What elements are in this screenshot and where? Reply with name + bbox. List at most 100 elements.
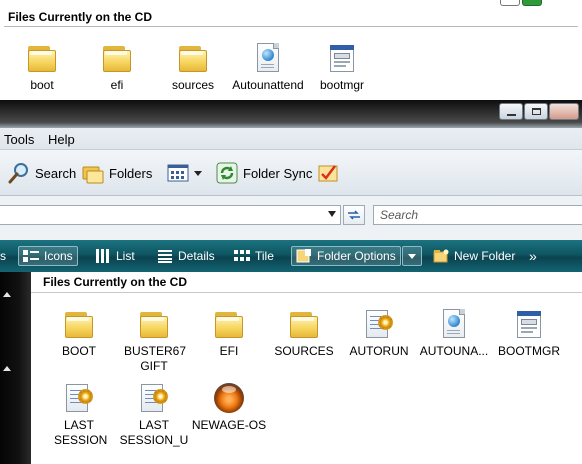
file-label: AUTOUNA...	[419, 344, 489, 358]
view-bar: s Icons List Details Tile Folder Options	[0, 240, 582, 272]
bg-file-item-efi[interactable]: efi	[77, 42, 157, 93]
file-label: EFI	[219, 344, 239, 358]
view-icons-button[interactable]: Icons	[18, 246, 78, 266]
file-item-buster67-gift[interactable]: BUSTER67 GIFT	[114, 308, 194, 374]
file-item-bootmgr[interactable]: BOOTMGR	[489, 308, 569, 359]
setup-information-icon	[138, 382, 170, 414]
file-item-boot[interactable]: BOOT	[39, 308, 119, 359]
navigation-pane-edge	[0, 272, 31, 464]
bg-file-item-boot[interactable]: boot	[2, 42, 82, 93]
menu-help[interactable]: Help	[48, 132, 75, 147]
file-label: boot	[30, 78, 54, 92]
setup-information-icon	[363, 308, 395, 340]
file-label: sources	[171, 78, 215, 92]
folder-sync-button[interactable]: Folder Sync	[216, 161, 312, 185]
details-label: Details	[178, 249, 215, 263]
search-input[interactable]: Search	[373, 205, 582, 225]
folder-options-button[interactable]: Folder Options	[291, 246, 401, 266]
maximize-icon	[531, 108, 541, 115]
folder-icon	[213, 308, 245, 340]
folder-icon	[26, 42, 58, 74]
file-item-efi[interactable]: EFI	[189, 308, 269, 359]
tile-view-icon	[234, 249, 250, 263]
file-item-autounattend[interactable]: AUTOUNA...	[414, 308, 494, 359]
folder-options-dropdown[interactable]	[402, 246, 422, 266]
view-tile-button[interactable]: Tile	[234, 246, 274, 266]
view-list-button[interactable]: List	[95, 246, 135, 266]
scroll-up-arrow-icon[interactable]	[3, 292, 11, 297]
checklist-button[interactable]	[317, 161, 339, 185]
close-button[interactable]	[549, 103, 579, 120]
folders-button-label: Folders	[109, 165, 153, 181]
file-label: LAST SESSION	[54, 418, 108, 447]
folder-icon	[288, 308, 320, 340]
view-bar-overflow-left[interactable]: s	[0, 246, 6, 266]
file-label: efi	[110, 78, 124, 92]
views-dropdown[interactable]	[167, 161, 202, 185]
bg-maximize-button[interactable]	[500, 0, 520, 6]
refresh-button[interactable]	[343, 205, 365, 225]
list-label: List	[116, 249, 135, 263]
folder-sync-label: Folder Sync	[243, 165, 313, 181]
search-button[interactable]: Search	[8, 161, 76, 185]
icons-label: Icons	[44, 249, 73, 263]
menu-tools[interactable]: Tools	[4, 132, 34, 147]
xml-document-icon	[252, 42, 284, 74]
file-label: SOURCES	[274, 344, 334, 358]
setup-information-icon	[63, 382, 95, 414]
file-label: BUSTER67 GIFT	[124, 344, 187, 373]
window-titlebar[interactable]	[0, 100, 582, 128]
file-item-last-session[interactable]: LAST SESSION	[39, 382, 119, 448]
maximize-button[interactable]	[524, 103, 548, 120]
window-controls	[499, 103, 579, 120]
bg-file-item-autounattend[interactable]: Autounattend	[228, 42, 308, 93]
folders-button[interactable]: Folders	[82, 161, 152, 185]
bg-file-item-sources[interactable]: sources	[153, 42, 233, 93]
file-item-autorun[interactable]: AUTORUN	[339, 308, 419, 359]
icons-view-icon	[23, 249, 39, 263]
address-bar: Search	[0, 196, 582, 240]
list-view-icon	[95, 249, 111, 263]
details-view-icon	[157, 249, 173, 263]
file-item-sources[interactable]: SOURCES	[264, 308, 344, 359]
file-item-last-session-u[interactable]: LAST SESSION_U	[114, 382, 194, 448]
scroll-up-arrow-icon[interactable]	[3, 366, 11, 371]
bg-section-title: Files Currently on the CD	[8, 10, 153, 24]
address-field[interactable]	[0, 205, 341, 225]
new-folder-button[interactable]: New Folder	[433, 246, 515, 266]
bg-section-header: Files Currently on the CD	[4, 7, 578, 27]
toolbar-overflow-button[interactable]: »	[529, 246, 537, 266]
bg-file-item-bootmgr[interactable]: bootmgr	[302, 42, 382, 93]
toolbar: Search Folders Folder Sync	[0, 150, 582, 196]
minimize-button[interactable]	[499, 103, 523, 120]
address-dropdown-arrow-icon[interactable]	[328, 211, 336, 217]
tile-label: Tile	[255, 249, 274, 263]
checklist-icon	[317, 162, 339, 184]
menu-bar: Tools Help	[0, 128, 582, 150]
new-folder-icon	[433, 249, 449, 263]
views-grid-icon	[167, 162, 189, 184]
file-label: BOOTMGR	[498, 344, 560, 358]
refresh-arrows-icon	[348, 210, 360, 220]
search-button-label: Search	[35, 165, 77, 181]
view-details-button[interactable]: Details	[157, 246, 215, 266]
bg-close-button[interactable]	[522, 0, 542, 6]
file-label: LAST SESSION_U	[119, 418, 189, 447]
disc-ball-icon	[213, 382, 245, 414]
new-folder-label: New Folder	[454, 249, 516, 263]
folder-icon	[138, 308, 170, 340]
folder-icon	[63, 308, 95, 340]
file-item-newage-os[interactable]: NEWAGE-OS	[189, 382, 269, 433]
folder-options-icon	[296, 249, 312, 263]
sync-icon	[216, 162, 238, 184]
section-divider	[31, 292, 582, 293]
bg-file-list: boot efi sources Autounattend bootmgr	[0, 38, 582, 100]
file-label: BOOT	[61, 344, 96, 358]
magnifier-icon	[8, 162, 30, 184]
view-bar-edge-label: s	[0, 249, 6, 263]
section-title: Files Currently on the CD	[43, 275, 188, 289]
xml-document-icon	[438, 308, 470, 340]
file-label: Autounattend	[232, 78, 304, 92]
executable-icon	[513, 308, 545, 340]
file-view-pane: Files Currently on the CD BOOT BUSTER67 …	[31, 272, 582, 464]
